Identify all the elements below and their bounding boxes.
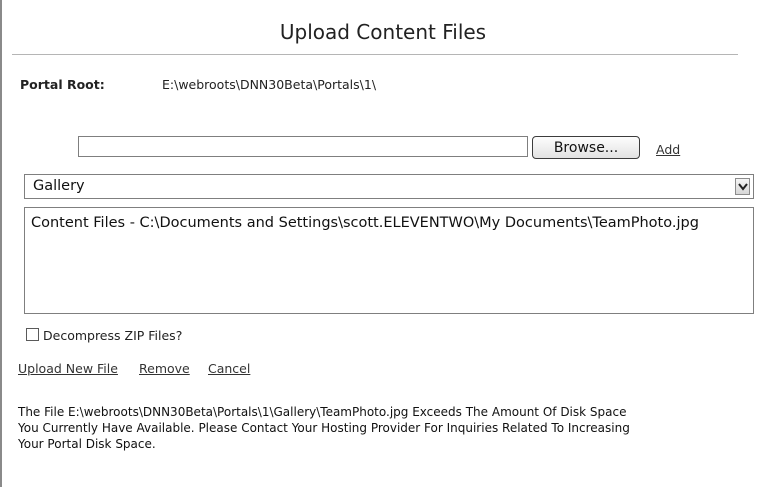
decompress-checkbox[interactable]: [26, 328, 39, 341]
frame-border: [0, 0, 2, 487]
title-divider: [12, 54, 738, 55]
browse-button[interactable]: Browse...: [532, 136, 640, 159]
portal-root-label: Portal Root:: [20, 77, 105, 92]
list-item[interactable]: Content Files - C:\Documents and Setting…: [31, 215, 699, 231]
add-link[interactable]: Add: [656, 142, 680, 157]
file-path-input[interactable]: [78, 136, 528, 157]
page-title: Upload Content Files: [279, 20, 487, 44]
chevron-down-icon[interactable]: [735, 178, 750, 195]
message-line: You Currently Have Available. Please Con…: [18, 421, 630, 435]
folder-select-value: Gallery: [33, 178, 85, 194]
file-list[interactable]: Content Files - C:\Documents and Setting…: [24, 207, 754, 314]
upload-new-file-link[interactable]: Upload New File: [18, 361, 118, 376]
portal-root-value: E:\webroots\DNN30Beta\Portals\1\: [162, 77, 377, 92]
decompress-label: Decompress ZIP Files?: [43, 328, 183, 343]
error-message: The File E:\webroots\DNN30Beta\Portals\1…: [18, 404, 738, 452]
folder-select[interactable]: Gallery: [24, 174, 754, 199]
remove-link[interactable]: Remove: [139, 361, 190, 376]
message-line: The File E:\webroots\DNN30Beta\Portals\1…: [18, 405, 627, 419]
cancel-link[interactable]: Cancel: [208, 361, 250, 376]
message-line: Your Portal Disk Space.: [18, 437, 156, 451]
